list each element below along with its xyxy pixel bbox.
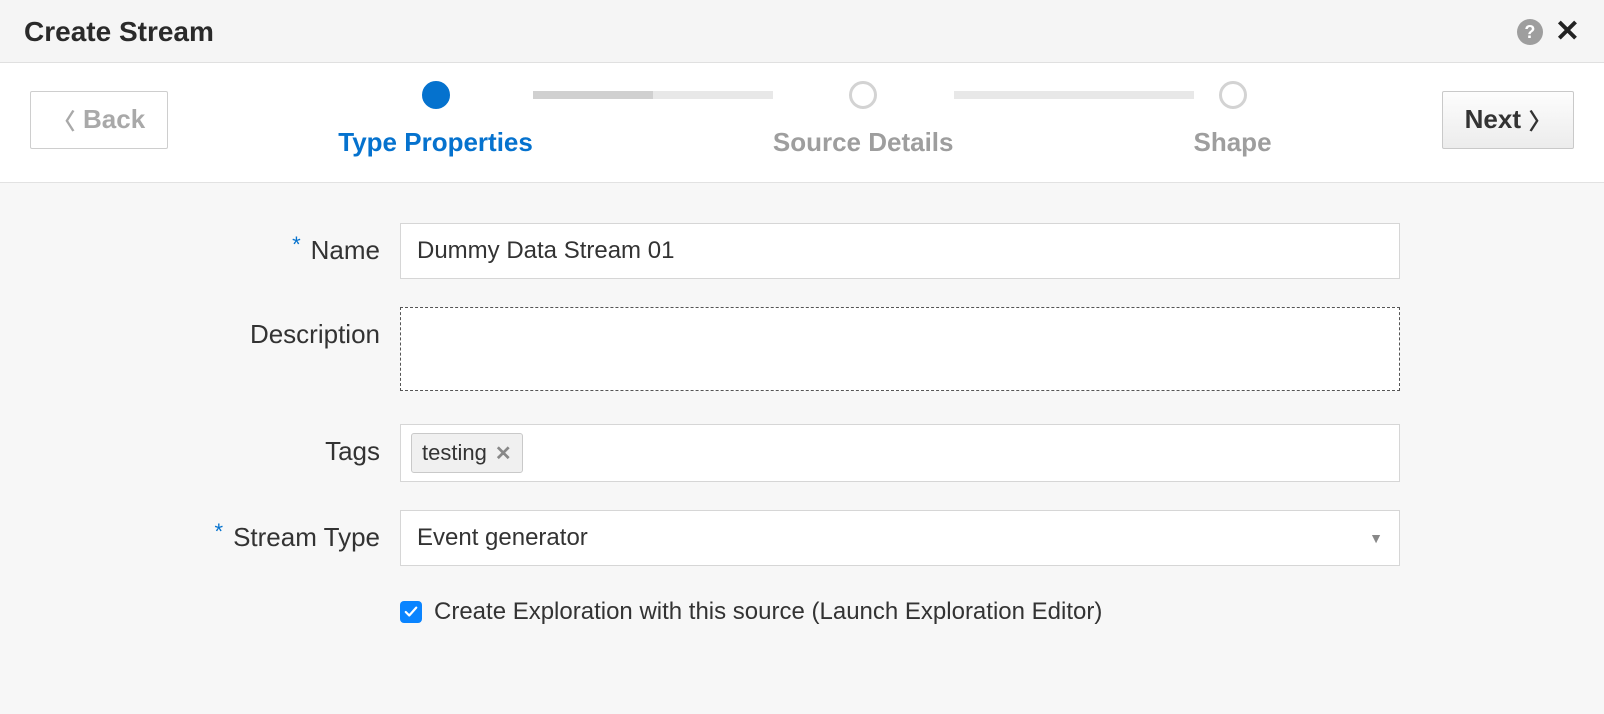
dialog-header: Create Stream ? ✕ — [0, 0, 1604, 63]
chevron-right-icon: 〉 — [1529, 104, 1551, 136]
tag-remove-icon[interactable]: ✕ — [495, 441, 512, 466]
row-stream-type: * Stream Type Event generator ▼ — [60, 510, 1544, 566]
header-actions: ? ✕ — [1517, 17, 1580, 47]
name-input[interactable] — [400, 223, 1400, 279]
step-dot-icon — [422, 81, 450, 109]
field-label: Description — [250, 319, 380, 350]
row-name: * Name — [60, 223, 1544, 279]
dialog-title: Create Stream — [24, 16, 214, 48]
row-description: Description — [60, 307, 1544, 396]
next-button-label: Next — [1465, 104, 1521, 135]
step-dot-icon — [1219, 81, 1247, 109]
label-description: Description — [60, 307, 400, 350]
select-value: Event generator — [417, 524, 588, 552]
step-shape[interactable]: Shape — [1194, 81, 1272, 158]
tag-label: testing — [422, 440, 487, 466]
help-icon[interactable]: ? — [1517, 19, 1543, 45]
checkmark-icon — [404, 605, 418, 619]
required-star-icon: * — [292, 234, 301, 256]
input-col: Event generator ▼ — [400, 510, 1400, 566]
wizard-stepper: Type Properties Source Details Shape — [208, 81, 1401, 158]
input-col — [400, 223, 1400, 279]
row-tags: Tags testing ✕ — [60, 424, 1544, 482]
step-track — [533, 91, 773, 99]
back-button[interactable]: 〈 Back — [30, 91, 168, 149]
create-exploration-checkbox-row: Create Exploration with this source (Lau… — [400, 598, 1400, 626]
step-track — [954, 91, 1194, 99]
field-label: Name — [311, 235, 380, 266]
field-label: Stream Type — [233, 522, 380, 553]
chevron-left-icon: 〈 — [53, 104, 75, 136]
step-source-details[interactable]: Source Details — [773, 81, 954, 158]
stream-type-select[interactable]: Event generator ▼ — [400, 510, 1400, 566]
step-label: Type Properties — [338, 127, 533, 158]
field-label: Tags — [325, 436, 380, 467]
input-col — [400, 307, 1400, 396]
label-stream-type: * Stream Type — [60, 510, 400, 553]
required-star-icon: * — [215, 521, 224, 543]
step-label: Source Details — [773, 127, 954, 158]
label-name: * Name — [60, 223, 400, 266]
chevron-down-icon: ▼ — [1369, 530, 1383, 546]
create-exploration-label: Create Exploration with this source (Lau… — [434, 598, 1102, 626]
wizard-nav-bar: 〈 Back Type Properties Source Details Sh… — [0, 63, 1604, 183]
input-col: Create Exploration with this source (Lau… — [400, 594, 1400, 626]
tags-input[interactable]: testing ✕ — [400, 424, 1400, 482]
form-panel: * Name Description Tags testing ✕ — [0, 183, 1604, 714]
label-tags: Tags — [60, 424, 400, 467]
row-create-exploration: Create Exploration with this source (Lau… — [60, 594, 1544, 626]
step-type-properties[interactable]: Type Properties — [338, 81, 533, 158]
tag-chip: testing ✕ — [411, 433, 523, 473]
create-exploration-checkbox[interactable] — [400, 601, 422, 623]
close-icon[interactable]: ✕ — [1555, 17, 1580, 47]
step-label: Shape — [1194, 127, 1272, 158]
input-col: testing ✕ — [400, 424, 1400, 482]
back-button-label: Back — [83, 104, 145, 135]
step-dot-icon — [849, 81, 877, 109]
description-textarea[interactable] — [400, 307, 1400, 391]
next-button[interactable]: Next 〉 — [1442, 91, 1574, 149]
label-spacer — [60, 594, 400, 606]
